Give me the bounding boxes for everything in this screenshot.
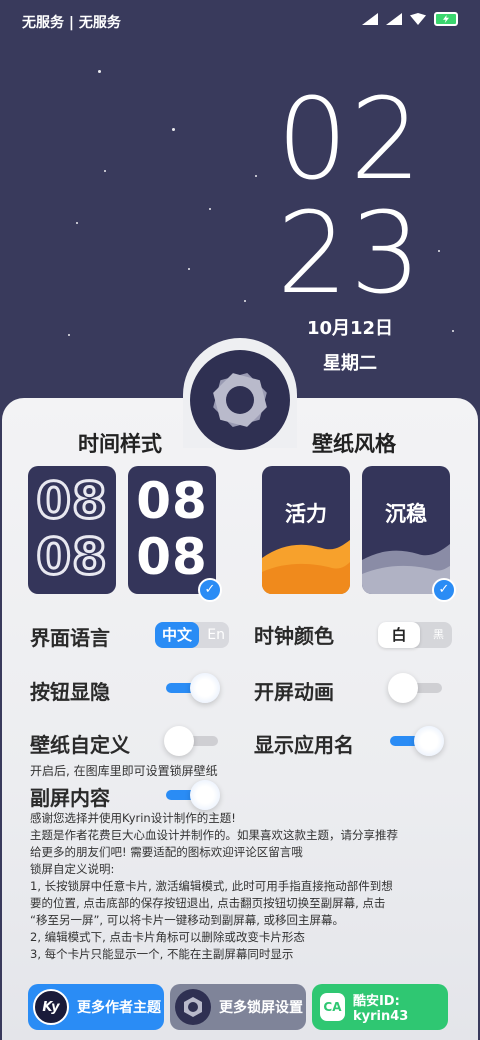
show-app-name-label: 显示应用名 [254, 733, 354, 757]
settings-gear-icon [175, 989, 211, 1025]
wallpaper-hint-text: 开启后, 在图库里即可设置锁屏壁纸 [30, 764, 218, 778]
language-option-english[interactable]: En [207, 622, 225, 648]
wallpaper-custom-label: 壁纸自定义 [30, 733, 130, 757]
selected-check-icon: ✓ [432, 578, 456, 602]
language-toggle[interactable]: 中文 En [155, 622, 229, 648]
grey-dune-image [362, 544, 450, 594]
battery-charging-icon [434, 12, 458, 26]
star [98, 70, 101, 73]
description-line: 要的位置, 点击底部的保存按钮退出, 点击翻页按钮切换至副屏幕, 点击 [30, 896, 386, 910]
boot-animation-switch[interactable] [388, 673, 444, 703]
button-visibility-label: 按钮显隐 [30, 680, 110, 704]
clock-date: 10月12日 [306, 318, 394, 339]
star [188, 268, 190, 270]
star [76, 222, 78, 224]
description-line: 锁屏自定义说明: [30, 862, 115, 876]
status-icons [362, 12, 458, 26]
time-style-digit: 08 [136, 472, 208, 530]
description-line: 给更多的朋友们吧! 需要适配的图标欢迎评论区留言哦 [30, 845, 303, 859]
time-style-digit: 08 [35, 472, 109, 530]
time-style-option-outline[interactable]: 08 08 [28, 466, 116, 594]
description-line: 2, 编辑模式下, 点击卡片角标可以删除或改变卡片形态 [30, 930, 305, 944]
star [452, 330, 454, 332]
more-themes-label: 更多作者主题 [77, 1000, 161, 1016]
wallpaper-option-calm[interactable]: 沉稳 [362, 466, 450, 594]
wifi-icon [410, 13, 426, 25]
settings-gear-icon [213, 372, 267, 428]
carrier-text: 无服务 | 无服务 [22, 15, 121, 31]
time-style-digit: 08 [136, 528, 208, 586]
author-logo-icon: Ky [33, 989, 69, 1025]
clock-color-option-black[interactable]: 黑 [433, 622, 444, 648]
language-option-chinese[interactable]: 中文 [155, 622, 199, 648]
signal-icon [386, 13, 402, 25]
secondary-screen-label: 副屏内容 [30, 786, 110, 810]
coolapk-id-label: 酷安ID: kyrin43 [352, 994, 409, 1024]
clock-hour: 02 [276, 75, 424, 205]
more-lockscreen-button[interactable]: 更多锁屏设置 [170, 984, 306, 1030]
star [244, 300, 246, 302]
show-app-name-switch[interactable] [388, 726, 444, 756]
clock-color-label: 时钟颜色 [254, 624, 334, 648]
wallpaper-option-vibrant[interactable]: 活力 [262, 466, 350, 594]
clock-color-option-white[interactable]: 白 [378, 622, 420, 648]
language-label: 界面语言 [30, 626, 110, 650]
description-line: 1, 长按锁屏中任意卡片, 激活编辑模式, 此时可用手指直接拖动部件到想 [30, 879, 393, 893]
boot-animation-label: 开屏动画 [254, 680, 334, 704]
selected-check-icon: ✓ [198, 578, 222, 602]
star [68, 334, 70, 336]
orange-dune-image [262, 540, 350, 594]
wallpaper-style-title: 壁纸风格 [312, 432, 396, 456]
description-line: 主题是作者花费巨大心血设计并制作的。如果喜欢这款主题，请分享推荐 [30, 828, 398, 842]
theme-description: 感谢您选择并使用Kyrin设计制作的主题! 主题是作者花费巨大心血设计并制作的。… [30, 810, 460, 963]
coolapk-icon: CA [320, 993, 345, 1021]
more-lockscreen-label: 更多锁屏设置 [219, 1000, 303, 1016]
button-visibility-switch[interactable] [164, 673, 220, 703]
time-style-title: 时间样式 [78, 432, 162, 456]
star [255, 175, 257, 177]
description-line: 3, 每个卡片只能显示一个, 不能在主副屏幕同时显示 [30, 947, 294, 961]
wallpaper-custom-switch[interactable] [164, 726, 220, 756]
coolapk-button[interactable]: CA 酷安ID: kyrin43 [312, 984, 448, 1030]
secondary-screen-switch[interactable] [164, 780, 220, 810]
clock-weekday: 星期二 [323, 353, 377, 374]
time-style-digit: 08 [35, 528, 109, 586]
description-line: “移至另一屏”, 可以将卡片一键移动到副屏幕, 或移回主屏幕。 [30, 913, 345, 927]
signal-icon [362, 13, 378, 25]
clock-minute: 23 [276, 189, 424, 319]
more-themes-button[interactable]: Ky 更多作者主题 [28, 984, 164, 1030]
star [209, 208, 211, 210]
settings-gear-button[interactable] [190, 350, 290, 450]
description-line: 感谢您选择并使用Kyrin设计制作的主题! [30, 811, 236, 825]
star [438, 250, 440, 252]
status-bar: 无服务 | 无服务 [0, 0, 480, 40]
star [172, 128, 175, 131]
clock-color-toggle[interactable]: 白 黑 [378, 622, 452, 648]
star [104, 170, 106, 172]
time-style-option-solid[interactable]: 08 08 [128, 466, 216, 594]
